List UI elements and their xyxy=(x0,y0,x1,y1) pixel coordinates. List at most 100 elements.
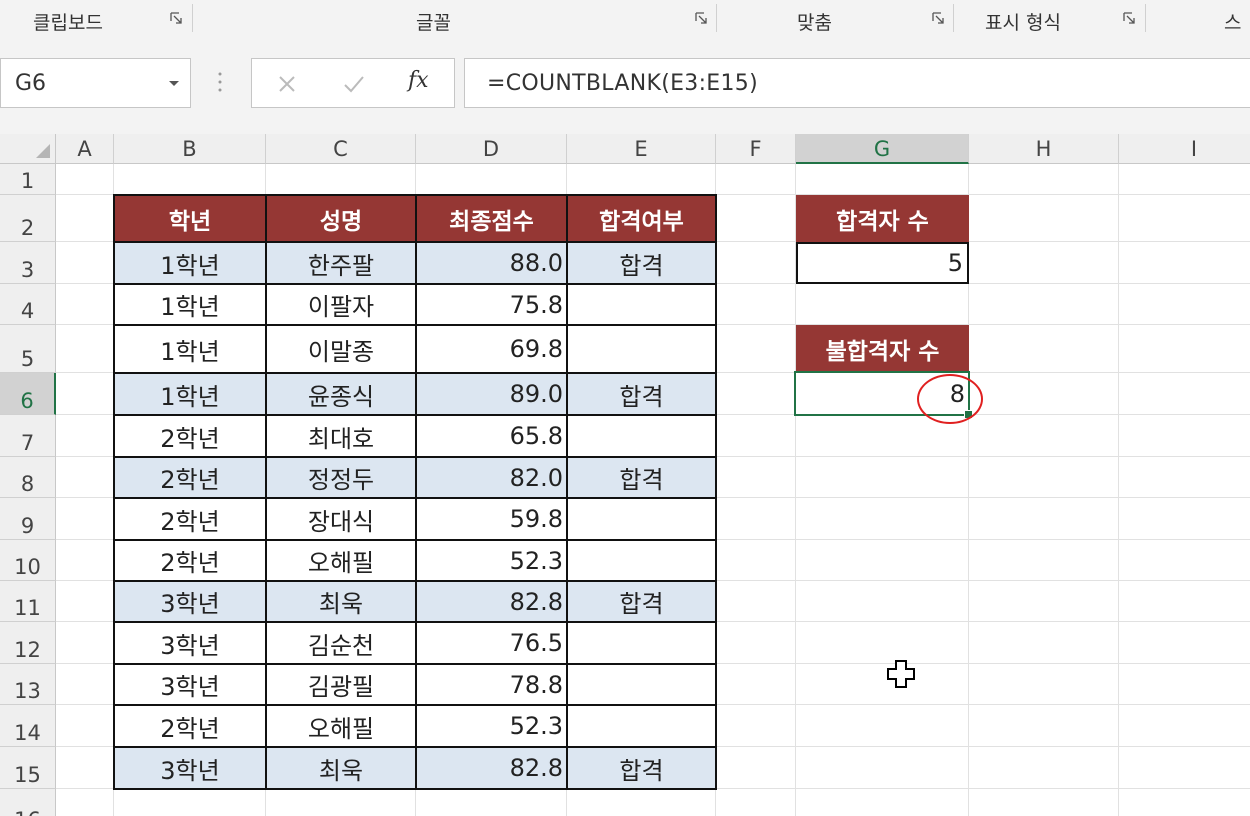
table-cell-name[interactable]: 윤종식 xyxy=(266,373,416,415)
row-header-7[interactable]: 7 xyxy=(0,415,56,457)
enter-check-icon[interactable] xyxy=(339,69,369,99)
table-cell-grade[interactable]: 1학년 xyxy=(114,242,266,284)
row-header-12[interactable]: 12 xyxy=(0,622,56,664)
table-cell-name[interactable]: 한주팔 xyxy=(266,242,416,284)
formula-input[interactable]: =COUNTBLANK(E3:E15) xyxy=(464,58,1250,108)
table-cell-result[interactable] xyxy=(567,664,716,705)
table-cell-score[interactable]: 78.8 xyxy=(416,664,567,705)
table-cell-name[interactable]: 김순천 xyxy=(266,622,416,664)
table-cell-grade[interactable]: 3학년 xyxy=(114,581,266,622)
cancel-x-icon[interactable] xyxy=(272,69,302,99)
table-cell-name[interactable]: 이말종 xyxy=(266,325,416,373)
highlight-circle xyxy=(917,374,983,424)
table-cell-name[interactable]: 최욱 xyxy=(266,581,416,622)
table-cell-name[interactable]: 오해필 xyxy=(266,705,416,747)
row-header-16[interactable]: 16 xyxy=(0,789,56,816)
dialog-launcher-icon[interactable] xyxy=(932,12,945,25)
table-cell-score[interactable]: 88.0 xyxy=(416,242,567,284)
name-box[interactable]: G6 xyxy=(0,58,191,108)
table-cell-result[interactable] xyxy=(567,705,716,747)
resize-grip-icon[interactable] xyxy=(217,71,223,93)
table-cell-grade[interactable]: 1학년 xyxy=(114,284,266,325)
table-cell-result[interactable]: 합격 xyxy=(567,373,716,415)
table-cell-result[interactable]: 합격 xyxy=(567,457,716,498)
row-header-3[interactable]: 3 xyxy=(0,242,56,284)
row-header-13[interactable]: 13 xyxy=(0,664,56,705)
table-cell-score[interactable]: 75.8 xyxy=(416,284,567,325)
table-cell-grade[interactable]: 2학년 xyxy=(114,540,266,581)
table-cell-grade[interactable]: 2학년 xyxy=(114,457,266,498)
function-fx-icon[interactable]: fx xyxy=(408,68,438,98)
column-header-e[interactable]: E xyxy=(567,134,716,164)
table-cell-result[interactable] xyxy=(567,284,716,325)
row-header-15[interactable]: 15 xyxy=(0,747,56,789)
table-cell-score[interactable]: 52.3 xyxy=(416,540,567,581)
table-cell-grade[interactable]: 3학년 xyxy=(114,622,266,664)
table-cell-score[interactable]: 76.5 xyxy=(416,622,567,664)
select-all-corner[interactable] xyxy=(0,134,56,164)
table-cell-result[interactable] xyxy=(567,622,716,664)
row-header-9[interactable]: 9 xyxy=(0,498,56,540)
row-header-5[interactable]: 5 xyxy=(0,325,56,373)
table-cell-result[interactable] xyxy=(567,498,716,540)
table-cell-grade[interactable]: 1학년 xyxy=(114,325,266,373)
table-cell-result[interactable] xyxy=(567,415,716,457)
table-cell-grade[interactable]: 2학년 xyxy=(114,415,266,457)
table-cell-name[interactable]: 장대식 xyxy=(266,498,416,540)
table-header-cell[interactable]: 학년 xyxy=(114,195,266,242)
table-cell-score[interactable]: 65.8 xyxy=(416,415,567,457)
table-cell-grade[interactable]: 2학년 xyxy=(114,705,266,747)
column-header-d[interactable]: D xyxy=(416,134,567,164)
row-header-10[interactable]: 10 xyxy=(0,540,56,581)
row-header-14[interactable]: 14 xyxy=(0,705,56,747)
column-header-i[interactable]: I xyxy=(1119,134,1250,164)
table-cell-score[interactable]: 82.8 xyxy=(416,581,567,622)
table-cell-score[interactable]: 52.3 xyxy=(416,705,567,747)
column-header-f[interactable]: F xyxy=(716,134,796,164)
table-cell-grade[interactable]: 1학년 xyxy=(114,373,266,415)
column-header-h[interactable]: H xyxy=(969,134,1119,164)
table-cell-score[interactable]: 59.8 xyxy=(416,498,567,540)
table-cell-name[interactable]: 이팔자 xyxy=(266,284,416,325)
table-cell-name[interactable]: 오해필 xyxy=(266,540,416,581)
table-header-cell[interactable]: 최종점수 xyxy=(416,195,567,242)
table-cell-name[interactable]: 최욱 xyxy=(266,747,416,789)
pass-count-value[interactable]: 5 xyxy=(796,242,969,284)
column-header-g[interactable]: G xyxy=(796,134,969,164)
table-cell-grade[interactable]: 2학년 xyxy=(114,498,266,540)
dialog-launcher-icon[interactable] xyxy=(170,12,183,25)
dropdown-arrow-icon[interactable] xyxy=(168,80,180,88)
row-number: 16 xyxy=(0,808,55,816)
column-header-c[interactable]: C xyxy=(266,134,416,164)
table-header-cell[interactable]: 성명 xyxy=(266,195,416,242)
worksheet-grid[interactable]: ABCDEFGHI 12345678910111213141516 학년성명최종… xyxy=(0,134,1250,816)
table-cell-score[interactable]: 69.8 xyxy=(416,325,567,373)
table-cell-grade[interactable]: 3학년 xyxy=(114,664,266,705)
table-cell-result[interactable]: 합격 xyxy=(567,242,716,284)
row-header-4[interactable]: 4 xyxy=(0,284,56,325)
gridline xyxy=(1118,164,1119,816)
table-cell-result[interactable]: 합격 xyxy=(567,747,716,789)
row-header-6[interactable]: 6 xyxy=(0,373,56,415)
table-cell-score[interactable]: 82.8 xyxy=(416,747,567,789)
row-header-8[interactable]: 8 xyxy=(0,457,56,498)
pass-count-header[interactable]: 합격자 수 xyxy=(796,195,969,242)
dialog-launcher-icon[interactable] xyxy=(1123,12,1136,25)
table-cell-result[interactable] xyxy=(567,540,716,581)
table-cell-score[interactable]: 89.0 xyxy=(416,373,567,415)
table-cell-name[interactable]: 최대호 xyxy=(266,415,416,457)
table-cell-name[interactable]: 정정두 xyxy=(266,457,416,498)
row-header-11[interactable]: 11 xyxy=(0,581,56,622)
table-cell-result[interactable] xyxy=(567,325,716,373)
fail-count-header[interactable]: 불합격자 수 xyxy=(796,325,969,373)
column-header-b[interactable]: B xyxy=(114,134,266,164)
table-header-cell[interactable]: 합격여부 xyxy=(567,195,716,242)
column-header-a[interactable]: A xyxy=(56,134,114,164)
row-header-2[interactable]: 2 xyxy=(0,195,56,242)
table-cell-score[interactable]: 82.0 xyxy=(416,457,567,498)
table-cell-grade[interactable]: 3학년 xyxy=(114,747,266,789)
dialog-launcher-icon[interactable] xyxy=(695,12,708,25)
table-cell-result[interactable]: 합격 xyxy=(567,581,716,622)
table-cell-name[interactable]: 김광필 xyxy=(266,664,416,705)
row-header-1[interactable]: 1 xyxy=(0,164,56,195)
